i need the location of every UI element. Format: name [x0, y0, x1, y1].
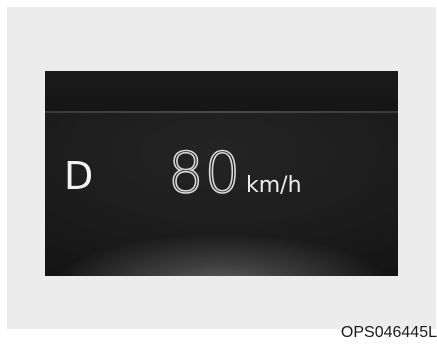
figure-code: OPS046445L [340, 324, 437, 341]
speed-value: 80 [167, 141, 242, 206]
cluster-display: D 80 km/h [45, 71, 398, 276]
speed-unit: km/h [246, 173, 302, 198]
display-top-band [45, 71, 398, 111]
gear-indicator: D [64, 154, 94, 198]
display-divider [45, 111, 398, 113]
